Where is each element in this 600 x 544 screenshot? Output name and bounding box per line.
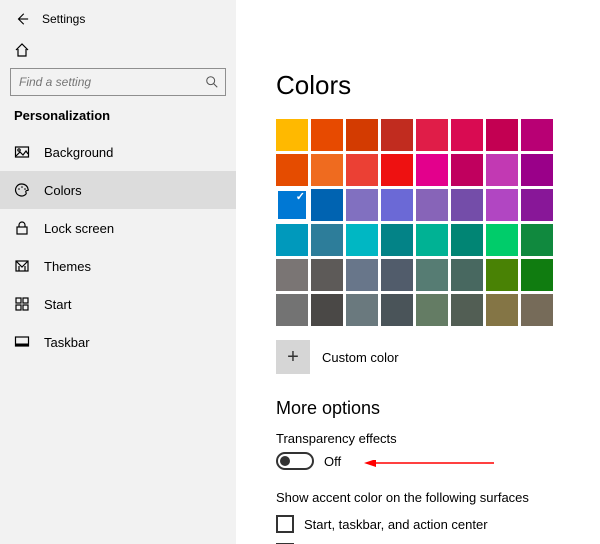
color-swatch[interactable] (486, 154, 518, 186)
more-options-title: More options (276, 398, 600, 419)
surface-option-label: Start, taskbar, and action center (304, 517, 488, 532)
color-palette (276, 119, 600, 326)
nav-item-lock-screen[interactable]: Lock screen (0, 209, 236, 247)
nav-item-label: Lock screen (44, 221, 114, 236)
color-swatch[interactable] (521, 224, 553, 256)
color-swatch[interactable] (486, 119, 518, 151)
color-swatch[interactable] (381, 259, 413, 291)
color-swatch[interactable] (311, 154, 343, 186)
color-swatch[interactable] (486, 259, 518, 291)
color-swatch[interactable] (521, 189, 553, 221)
color-swatch[interactable] (416, 294, 448, 326)
color-swatch[interactable] (416, 259, 448, 291)
color-swatch[interactable] (381, 224, 413, 256)
color-swatch[interactable] (451, 259, 483, 291)
page-title: Colors (276, 70, 600, 101)
color-swatch[interactable] (381, 119, 413, 151)
nav-item-colors[interactable]: Colors (0, 171, 236, 209)
nav-item-label: Start (44, 297, 71, 312)
custom-color-button[interactable]: + (276, 340, 310, 374)
color-swatch[interactable] (486, 224, 518, 256)
nav-item-taskbar[interactable]: Taskbar (0, 323, 236, 361)
back-button[interactable] (10, 7, 34, 31)
color-swatch[interactable] (521, 259, 553, 291)
nav-item-label: Background (44, 145, 113, 160)
color-swatch[interactable] (346, 294, 378, 326)
color-swatch[interactable] (416, 224, 448, 256)
color-swatch[interactable] (311, 189, 343, 221)
custom-color-label: Custom color (322, 350, 399, 365)
palette-icon (14, 182, 30, 198)
color-swatch[interactable] (451, 294, 483, 326)
color-swatch[interactable] (276, 259, 308, 291)
color-swatch[interactable] (486, 189, 518, 221)
themes-icon (14, 258, 30, 274)
color-swatch[interactable] (346, 224, 378, 256)
color-swatch[interactable] (381, 189, 413, 221)
sidebar: Settings Personalization Background Color… (0, 0, 236, 544)
home-icon (14, 42, 236, 58)
color-swatch[interactable] (311, 259, 343, 291)
nav-item-themes[interactable]: Themes (0, 247, 236, 285)
arrow-left-icon (15, 12, 29, 26)
search-icon (205, 75, 219, 89)
checkbox-icon (276, 515, 294, 533)
color-swatch[interactable] (311, 119, 343, 151)
nav-item-label: Themes (44, 259, 91, 274)
color-swatch[interactable] (346, 259, 378, 291)
color-swatch[interactable] (311, 224, 343, 256)
search-box[interactable] (10, 68, 226, 96)
color-swatch[interactable] (346, 154, 378, 186)
nav-item-label: Taskbar (44, 335, 90, 350)
main-content: Colors + Custom color More options Trans… (236, 0, 600, 544)
start-icon (14, 296, 30, 312)
color-swatch[interactable] (486, 294, 518, 326)
color-swatch[interactable] (346, 189, 378, 221)
search-input[interactable] (17, 74, 205, 90)
transparency-state: Off (324, 454, 341, 469)
color-swatch[interactable] (276, 154, 308, 186)
color-swatch[interactable] (521, 294, 553, 326)
color-swatch[interactable] (416, 119, 448, 151)
transparency-label: Transparency effects (276, 431, 600, 446)
taskbar-icon (14, 334, 30, 350)
surfaces-title: Show accent color on the following surfa… (276, 490, 600, 505)
home-button[interactable] (0, 36, 236, 64)
nav-item-start[interactable]: Start (0, 285, 236, 323)
color-swatch[interactable] (311, 294, 343, 326)
color-swatch[interactable] (451, 119, 483, 151)
color-swatch[interactable] (276, 189, 308, 221)
color-swatch[interactable] (276, 119, 308, 151)
lock-icon (14, 220, 30, 236)
window-title: Settings (42, 12, 85, 26)
color-swatch[interactable] (381, 294, 413, 326)
color-swatch[interactable] (521, 154, 553, 186)
color-swatch[interactable] (451, 154, 483, 186)
plus-icon: + (287, 346, 299, 369)
color-swatch[interactable] (276, 294, 308, 326)
color-swatch[interactable] (381, 154, 413, 186)
color-swatch[interactable] (451, 189, 483, 221)
section-title: Personalization (0, 106, 236, 133)
color-swatch[interactable] (521, 119, 553, 151)
color-swatch[interactable] (416, 189, 448, 221)
transparency-toggle[interactable] (276, 452, 314, 470)
color-swatch[interactable] (346, 119, 378, 151)
nav-item-label: Colors (44, 183, 82, 198)
surface-option[interactable]: Start, taskbar, and action center (276, 515, 600, 533)
color-swatch[interactable] (416, 154, 448, 186)
picture-icon (14, 144, 30, 160)
color-swatch[interactable] (276, 224, 308, 256)
color-swatch[interactable] (451, 224, 483, 256)
nav-item-background[interactable]: Background (0, 133, 236, 171)
annotation-arrow-icon (364, 460, 494, 474)
nav-list: Background Colors Lock screen Themes Start Ta… (0, 133, 236, 361)
toggle-knob (280, 456, 290, 466)
